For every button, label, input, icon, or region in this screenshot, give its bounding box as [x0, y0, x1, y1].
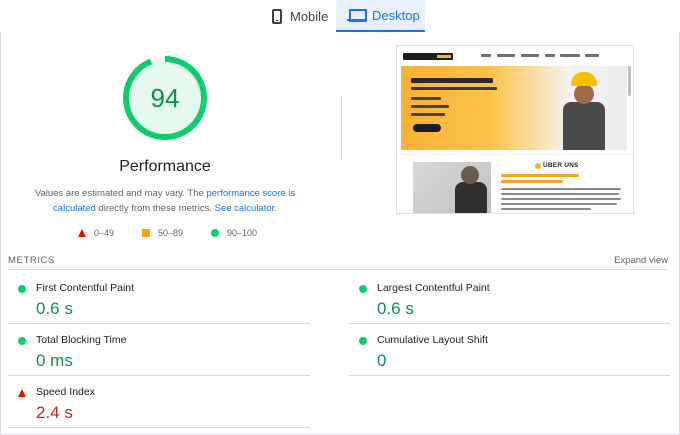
- triangle-icon: [78, 229, 86, 237]
- screenshot-text-line: [501, 198, 621, 200]
- screenshot-helmet: [571, 72, 597, 86]
- circle-icon: [211, 229, 219, 237]
- metric-name: Speed Index: [36, 386, 95, 398]
- metrics-divider: [8, 269, 668, 270]
- screenshot-about-person-head: [461, 166, 479, 184]
- screenshot-nav-item: [497, 54, 515, 57]
- legend-range-average: 50–89: [158, 228, 184, 238]
- square-icon: [142, 229, 150, 237]
- screenshot-bullet: [411, 105, 449, 108]
- good-circle-icon: [18, 337, 26, 345]
- screenshot-hero-subtitle: [411, 87, 497, 90]
- screenshot-text-line: [501, 174, 579, 177]
- tab-desktop[interactable]: Desktop: [336, 0, 425, 32]
- score-legend: 0–49 50–89 90–100: [0, 228, 330, 240]
- tab-desktop-label: Desktop: [372, 7, 420, 23]
- metric-value: 0: [377, 351, 387, 370]
- metric-value: 0 ms: [36, 351, 73, 370]
- screenshot-separator: [397, 154, 633, 155]
- screenshot-nav-item: [560, 54, 580, 57]
- legend-range-poor: 0–49: [94, 228, 115, 238]
- metrics-heading: METRICS: [8, 255, 55, 266]
- screenshot-hero: [401, 66, 627, 150]
- performance-score: 94: [150, 82, 180, 113]
- screenshot-person-face: [574, 84, 594, 104]
- metric-divider: [349, 323, 670, 324]
- screenshot-text-line: [501, 203, 617, 205]
- screenshot-bullet: [411, 113, 445, 116]
- disclaimer-text-3: .: [274, 203, 277, 214]
- vertical-divider: [341, 95, 342, 161]
- screenshot-text-line: [501, 180, 563, 183]
- disclaimer-text-2: directly from these metrics.: [95, 203, 215, 214]
- performance-title: Performance: [119, 158, 211, 175]
- legend-item-poor: 0–49: [78, 228, 114, 238]
- screenshot-electrician-photo: [559, 72, 609, 150]
- good-circle-icon: [359, 337, 367, 345]
- lightbulb-icon: [535, 163, 541, 169]
- screenshot-person-body: [563, 102, 605, 150]
- screenshot-nav-item: [481, 54, 491, 57]
- legend-item-good: 90–100: [211, 228, 257, 238]
- final-screenshot: ÜBER UNS: [396, 45, 634, 214]
- score-disclaimer: Values are estimated and may vary. The p…: [20, 186, 310, 216]
- screenshot-about-photo: [413, 162, 491, 213]
- screenshot-nav-item: [545, 54, 555, 57]
- laptop-icon: [347, 9, 367, 22]
- see-calculator-link[interactable]: See calculator: [215, 203, 275, 214]
- screenshot-nav: [397, 46, 633, 66]
- disclaimer-text-1: Values are estimated and may vary. The: [34, 188, 207, 199]
- metric-divider: [349, 375, 670, 376]
- expand-view-toggle[interactable]: Expand view: [614, 255, 668, 266]
- metric-value: 0.6 s: [36, 299, 73, 318]
- metric-name: Largest Contentful Paint: [377, 282, 490, 294]
- screenshot-text-line: [501, 188, 621, 190]
- metric-divider: [8, 427, 310, 428]
- good-circle-icon: [18, 285, 26, 293]
- screenshot-section-heading: ÜBER UNS: [543, 162, 579, 169]
- screenshot-bullet: [411, 97, 441, 100]
- screenshot-about-person-body: [455, 182, 487, 213]
- tab-mobile[interactable]: Mobile: [268, 0, 334, 32]
- poor-triangle-icon: [18, 389, 26, 397]
- phone-icon: [272, 8, 282, 24]
- metric-divider: [8, 375, 310, 376]
- screenshot-nav-item: [521, 54, 539, 57]
- screenshot-scrollbar: [628, 66, 631, 96]
- metric-value: 0.6 s: [377, 299, 414, 318]
- screenshot-logo: [403, 53, 453, 60]
- metric-value: 2.4 s: [36, 403, 73, 422]
- metric-divider: [8, 323, 310, 324]
- tab-mobile-label: Mobile: [290, 8, 329, 24]
- metric-name: Total Blocking Time: [36, 334, 127, 346]
- screenshot-hero-button: [413, 124, 441, 132]
- screenshot-text-line: [501, 208, 591, 210]
- legend-range-good: 90–100: [227, 228, 258, 238]
- metric-name: First Contentful Paint: [36, 282, 135, 294]
- screenshot-hero-title: [411, 78, 493, 83]
- screenshot-nav-item: [585, 54, 599, 57]
- legend-item-average: 50–89: [142, 228, 183, 238]
- screenshot-text-line: [501, 193, 619, 195]
- metric-name: Cumulative Layout Shift: [377, 334, 488, 346]
- good-circle-icon: [359, 285, 367, 293]
- device-tabs: Mobile Desktop: [0, 0, 680, 32]
